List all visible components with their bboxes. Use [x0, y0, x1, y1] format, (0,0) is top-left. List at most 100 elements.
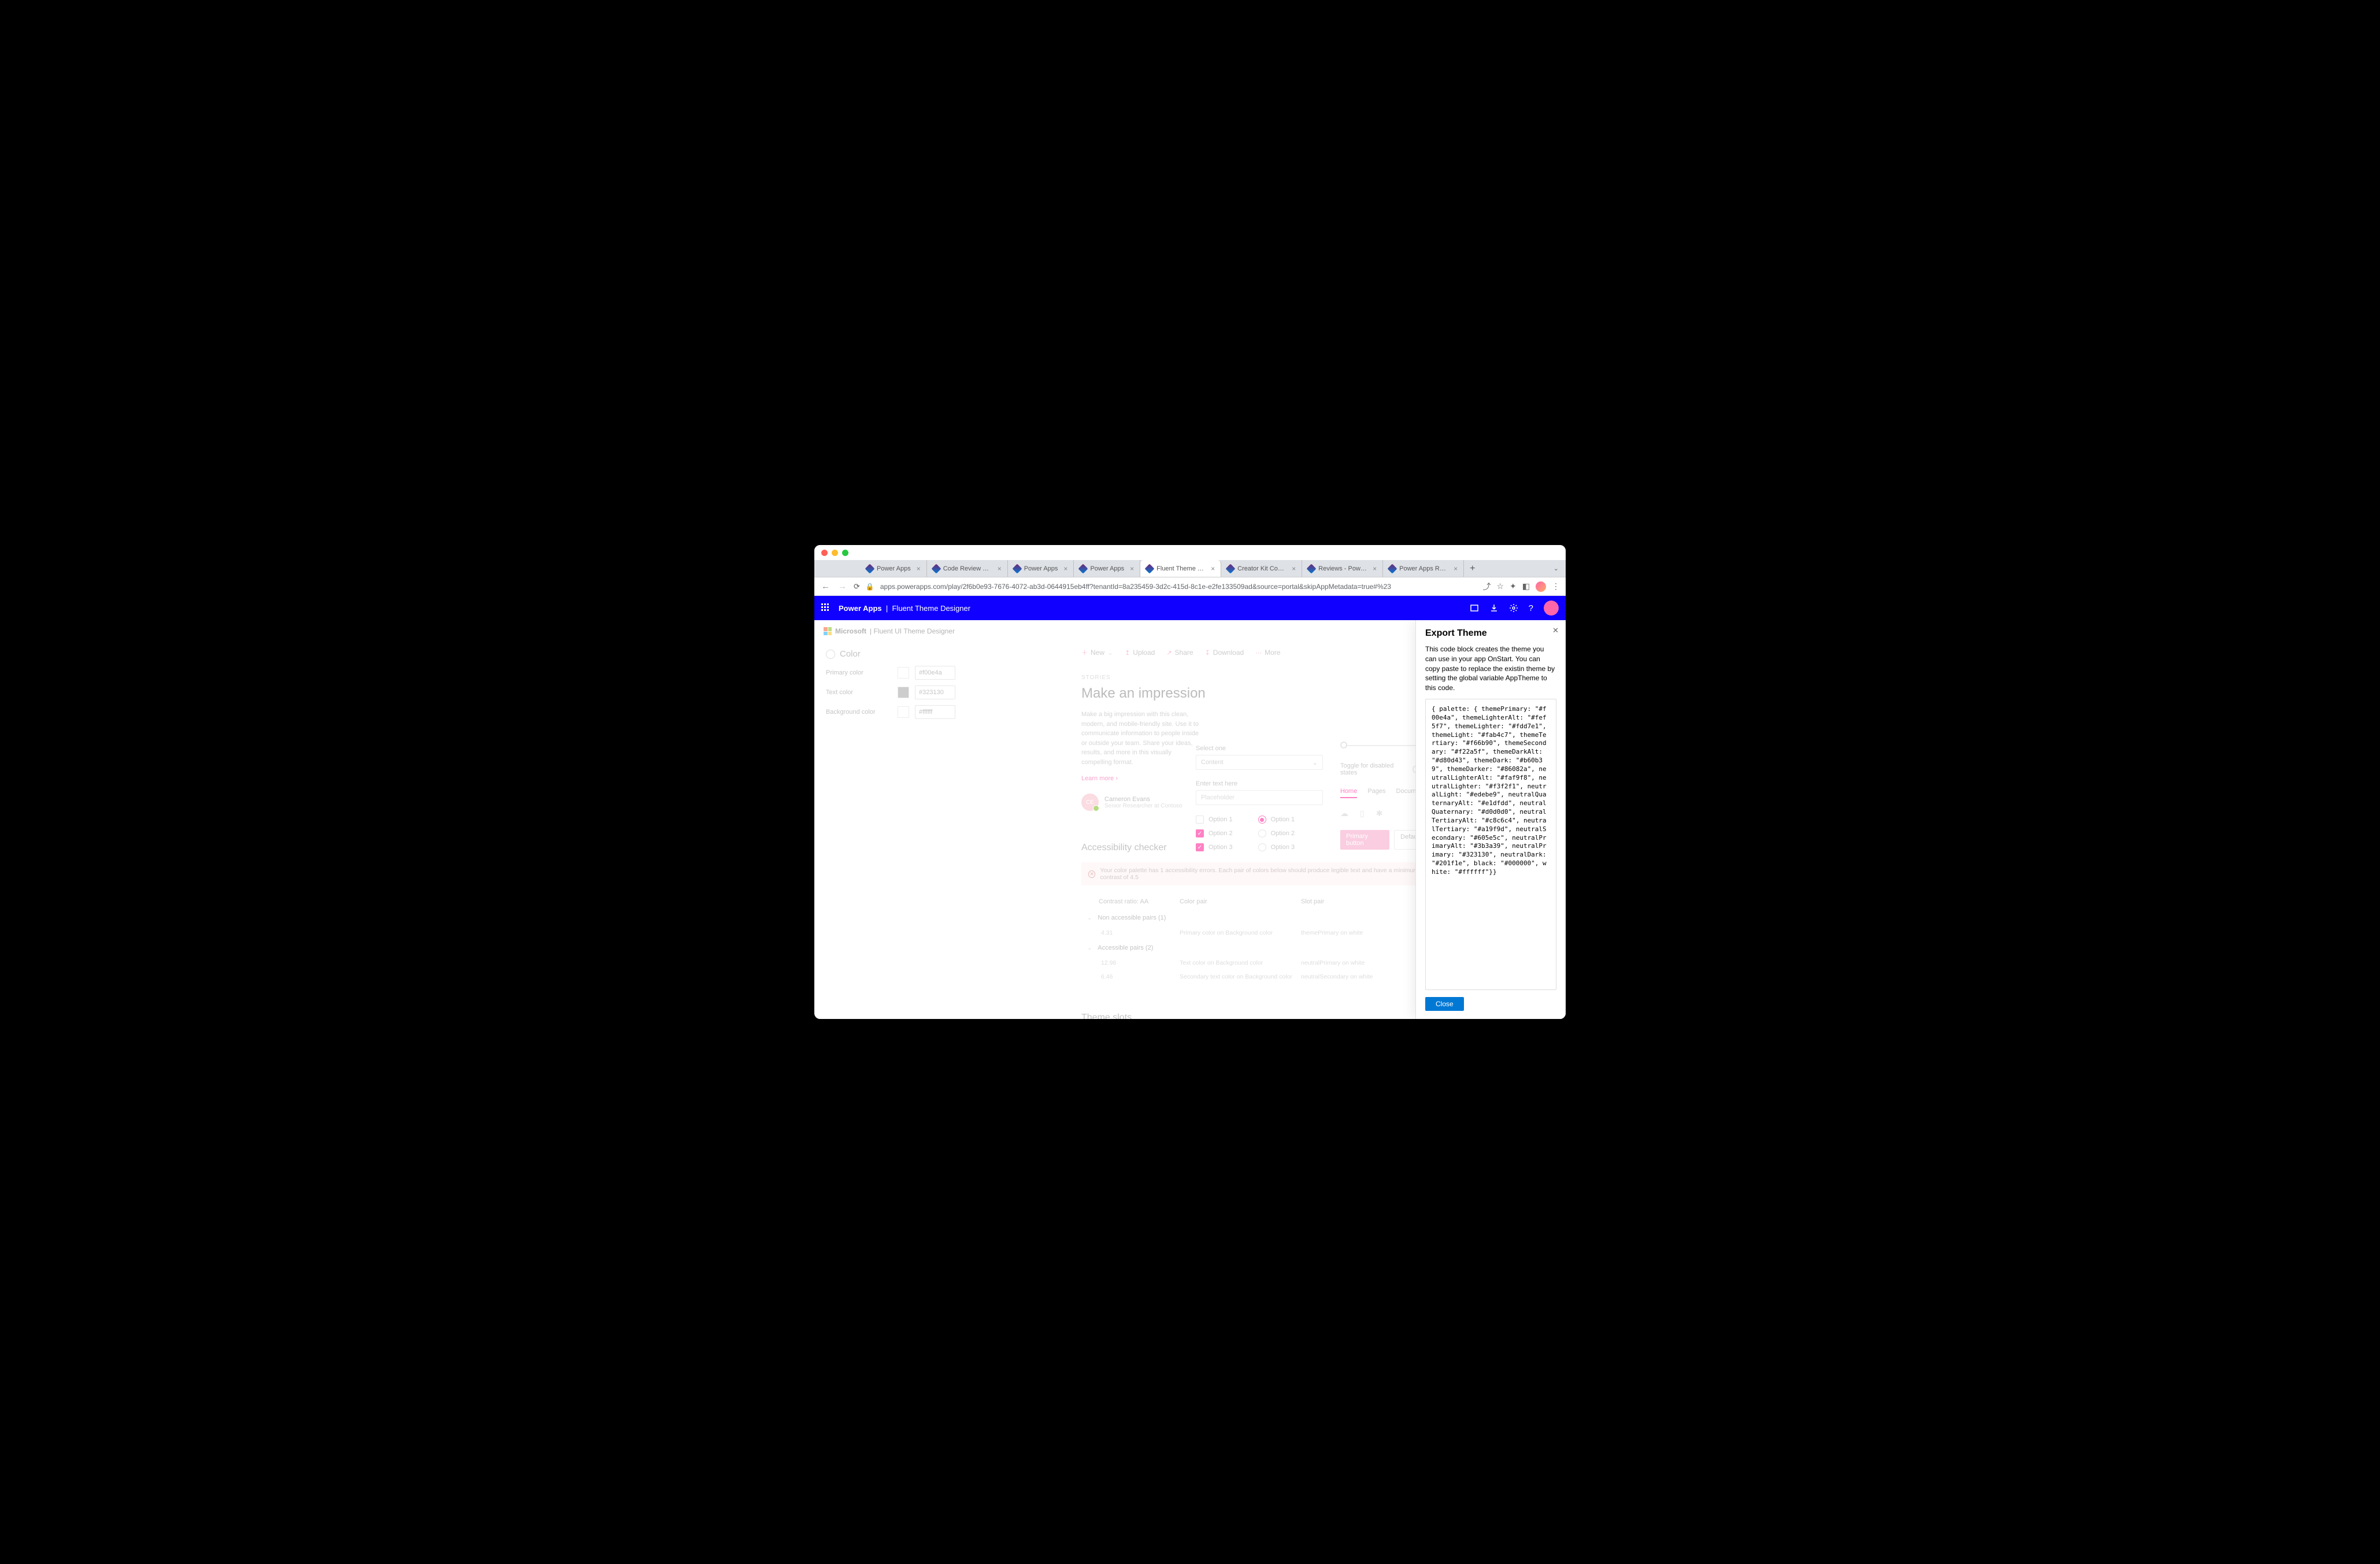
table-row: 6.46Secondary text color on Background c…: [1081, 970, 1445, 984]
persona-title: Senior Researcher at Contoso: [1104, 803, 1182, 809]
primary-swatch[interactable]: [898, 667, 909, 679]
star-icon[interactable]: ☆: [1496, 581, 1504, 591]
browser-tab[interactable]: Power Apps×: [861, 560, 927, 577]
select-dropdown[interactable]: Content⌄: [1196, 755, 1323, 770]
window-close-dot[interactable]: [821, 550, 828, 556]
text-color-label: Text color: [826, 689, 892, 696]
theme-slots-section: Theme slots Fabric palette slots Semanti…: [1081, 1013, 1445, 1019]
extensions-icon[interactable]: ✦: [1510, 581, 1517, 591]
chevron-down-icon: ⌄: [1081, 915, 1092, 921]
close-icon[interactable]: ×: [1063, 565, 1067, 573]
browser-tab-active[interactable]: Fluent Theme Designer - P ×: [1140, 560, 1221, 577]
forward-icon[interactable]: →: [837, 581, 848, 591]
browser-tab[interactable]: Power Apps ×: [1074, 560, 1140, 577]
toggle-label: Toggle for disabled states: [1340, 762, 1409, 776]
section-head: Color: [826, 649, 955, 659]
radio-1[interactable]: Option 1: [1258, 816, 1295, 824]
product-text: | Fluent UI Theme Designer: [870, 627, 955, 635]
chevron-down-icon: ⌄: [1107, 648, 1113, 657]
input-label: Enter text here: [1196, 780, 1323, 787]
brand-text: Microsoft: [835, 627, 866, 635]
primary-button[interactable]: Primary button: [1340, 830, 1389, 850]
code-block[interactable]: { palette: { themePrimary: "#f00e4a", th…: [1425, 699, 1556, 990]
form-preview: Select one Content⌄ Enter text here Plac…: [1196, 745, 1323, 851]
checkbox-2[interactable]: ✓Option 2: [1196, 829, 1233, 837]
slider-thumb[interactable]: [1340, 742, 1347, 748]
close-icon[interactable]: ×: [1130, 565, 1134, 573]
text-input[interactable]: Placeholder: [1196, 790, 1323, 805]
upload-button[interactable]: ↥Upload: [1125, 648, 1155, 657]
share-icon[interactable]: ⤴: [1482, 581, 1491, 592]
group-accessible[interactable]: ⌄Accessible pairs (2): [1081, 940, 1445, 956]
close-button[interactable]: Close: [1425, 997, 1464, 1011]
chrome-menu-icon[interactable]: ⋮: [1552, 581, 1560, 591]
checkbox-1[interactable]: Option 1: [1196, 816, 1233, 824]
text-swatch[interactable]: [898, 687, 909, 698]
browser-tab-strip: Power Apps × Code Review Tool Experim× Po…: [814, 560, 1566, 577]
bg-swatch[interactable]: [898, 706, 909, 718]
new-button[interactable]: ＋New⌄: [1081, 648, 1113, 657]
browser-tab[interactable]: Power Apps Review Tool -×: [1383, 560, 1464, 577]
powerapps-icon: [865, 564, 875, 573]
error-icon: ✕: [1088, 870, 1095, 878]
slots-heading: Theme slots: [1081, 1013, 1445, 1019]
close-icon[interactable]: ✕: [1552, 626, 1559, 635]
close-icon[interactable]: ×: [998, 565, 1002, 573]
text-hex-input[interactable]: #323130: [915, 685, 955, 699]
browser-tab[interactable]: Reviews - Power Apps ×: [1302, 560, 1383, 577]
new-tab-button[interactable]: +: [1464, 564, 1481, 574]
url-text[interactable]: apps.powerapps.com/play/2f6b0e93-7676-40…: [880, 583, 1477, 591]
share-button[interactable]: ↗Share: [1166, 648, 1193, 657]
table-header: Contrast ratio: AA Color pair Slot pair: [1081, 894, 1445, 910]
close-icon[interactable]: ×: [917, 565, 921, 573]
close-icon[interactable]: ×: [1454, 565, 1458, 573]
account-icon[interactable]: ◧: [1522, 581, 1530, 591]
tab-label: Reviews - Power Apps: [1318, 565, 1367, 572]
window-min-dot[interactable]: [832, 550, 838, 556]
reload-icon[interactable]: ⟳: [854, 582, 860, 591]
bg-hex-input[interactable]: #ffffff: [915, 705, 955, 719]
fullscreen-icon[interactable]: [1470, 603, 1479, 613]
powerapps-icon: [1145, 564, 1155, 573]
tab-pages[interactable]: Pages: [1367, 788, 1385, 798]
download-button[interactable]: ↧Download: [1205, 648, 1244, 657]
chevron-down-icon: ⌄: [1081, 945, 1092, 951]
checkbox-3[interactable]: ✓Option 3: [1196, 843, 1233, 851]
back-icon[interactable]: ←: [820, 581, 831, 591]
waffle-icon[interactable]: [821, 603, 831, 613]
app-bar: Power Apps | Fluent Theme Designer ?: [814, 596, 1566, 620]
user-avatar[interactable]: [1544, 601, 1559, 616]
powerapps-icon: [1226, 564, 1236, 573]
chevron-right-icon: ›: [1115, 775, 1118, 782]
slider[interactable]: [1340, 745, 1415, 746]
close-icon[interactable]: ×: [1211, 565, 1215, 573]
browser-tab[interactable]: Creator Kit Control Referen×: [1221, 560, 1302, 577]
primary-hex-input[interactable]: #f00e4a: [915, 666, 955, 680]
close-icon[interactable]: ×: [1373, 565, 1377, 573]
more-button[interactable]: ⋯More: [1255, 648, 1280, 657]
color-sidebar: Color Primary color #f00e4a Text color #…: [821, 642, 960, 1019]
tab-label: Power Apps: [1090, 565, 1124, 572]
profile-avatar[interactable]: [1536, 581, 1546, 592]
help-icon[interactable]: ?: [1529, 603, 1533, 613]
browser-tab[interactable]: Code Review Tool Experim×: [927, 560, 1008, 577]
device-icon: ▯: [1360, 809, 1365, 818]
radio-2[interactable]: Option 2: [1258, 829, 1295, 837]
right-preview: Toggle for disabled states Home Pages Do…: [1340, 745, 1427, 850]
plus-icon: ＋: [1081, 648, 1088, 657]
window-max-dot[interactable]: [842, 550, 848, 556]
radio-3[interactable]: Option 3: [1258, 843, 1295, 851]
group-non-accessible[interactable]: ⌄Non accessible pairs (1): [1081, 910, 1445, 926]
tab-list-button[interactable]: ⌄: [1547, 565, 1566, 572]
download-icon: ↧: [1205, 649, 1210, 657]
browser-tab[interactable]: Power Apps×: [1008, 560, 1074, 577]
lock-icon[interactable]: 🔒: [866, 583, 874, 591]
powerapps-icon: [1078, 564, 1088, 573]
tab-home[interactable]: Home: [1340, 788, 1357, 798]
tab-label: Fluent Theme Designer - P: [1156, 565, 1205, 572]
export-theme-panel: ✕ Export Theme This code block creates t…: [1415, 620, 1566, 1019]
download-icon[interactable]: [1489, 603, 1499, 613]
powerapps-icon: [1307, 564, 1317, 573]
settings-icon[interactable]: [1509, 603, 1518, 613]
close-icon[interactable]: ×: [1292, 565, 1296, 573]
